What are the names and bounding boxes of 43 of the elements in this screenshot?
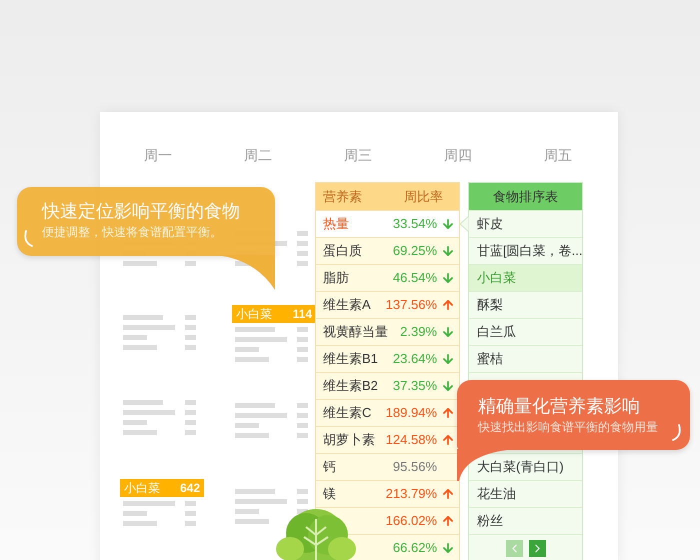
food-row[interactable]: 蜜桔 [469, 345, 582, 372]
column-header: 营养素 [323, 188, 362, 206]
food-tag: 小白菜 642 [120, 479, 204, 497]
nutrient-name: 钙 [323, 458, 336, 476]
food-tag: 小白菜 114 [232, 305, 316, 323]
nutrient-name: 镁 [323, 485, 336, 504]
ratio-value: 46.54% [392, 269, 437, 288]
nutrient-name: 维生素A [323, 296, 371, 314]
nutrient-name: 维生素B1 [323, 350, 378, 368]
ratio-value: 69.25% [392, 242, 437, 260]
ratio-value: 213.79% [386, 485, 437, 504]
day-label: 周五 [544, 146, 572, 165]
ratio-value: 37.35% [392, 377, 437, 396]
ratio-value: 189.94% [386, 404, 437, 422]
ratio-value: 33.54% [392, 215, 437, 234]
day-label: 周三 [344, 146, 372, 165]
nutrient-name: 维生素B2 [323, 377, 378, 396]
callout-title: 精确量化营养素影响 [478, 395, 641, 418]
day-label: 周二 [244, 146, 272, 165]
ratio-value: 166.02% [386, 512, 437, 530]
nutrient-name: 热量 [323, 215, 349, 234]
food-row[interactable]: 粉丝 [469, 507, 582, 534]
ratio-value: 23.64% [392, 350, 437, 368]
ratio-value: 124.58% [386, 431, 437, 450]
day-label: 周四 [444, 146, 472, 165]
callout-title: 快速定位影响平衡的食物 [42, 200, 241, 223]
nutrient-name: 胡萝卜素 [323, 431, 375, 450]
ratio-value: 2.39% [400, 323, 437, 342]
nutrient-name: 蛋白质 [323, 242, 362, 260]
nutrient-name: 维生素C [323, 404, 372, 422]
nutrient-name: 视黄醇当量 [323, 323, 388, 342]
day-label: 周一 [144, 146, 172, 165]
column-header: 周比率 [404, 188, 443, 206]
food-row[interactable]: 白兰瓜 [469, 318, 582, 345]
table-header: 食物排序表 [469, 183, 582, 210]
ratio-value: 66.62% [392, 539, 437, 558]
nutrient-name: 脂肪 [323, 269, 349, 288]
food-row[interactable]: 花生油 [469, 480, 582, 507]
ratio-value: 137.56% [386, 296, 437, 314]
callout-subtitle: 快速找出影响食谱平衡的食物用量 [478, 419, 658, 436]
ratio-value: 95.56% [392, 458, 437, 476]
callout-subtitle: 便捷调整，快速将食谱配置平衡。 [42, 224, 222, 241]
food-row[interactable]: 酥梨 [469, 291, 582, 318]
